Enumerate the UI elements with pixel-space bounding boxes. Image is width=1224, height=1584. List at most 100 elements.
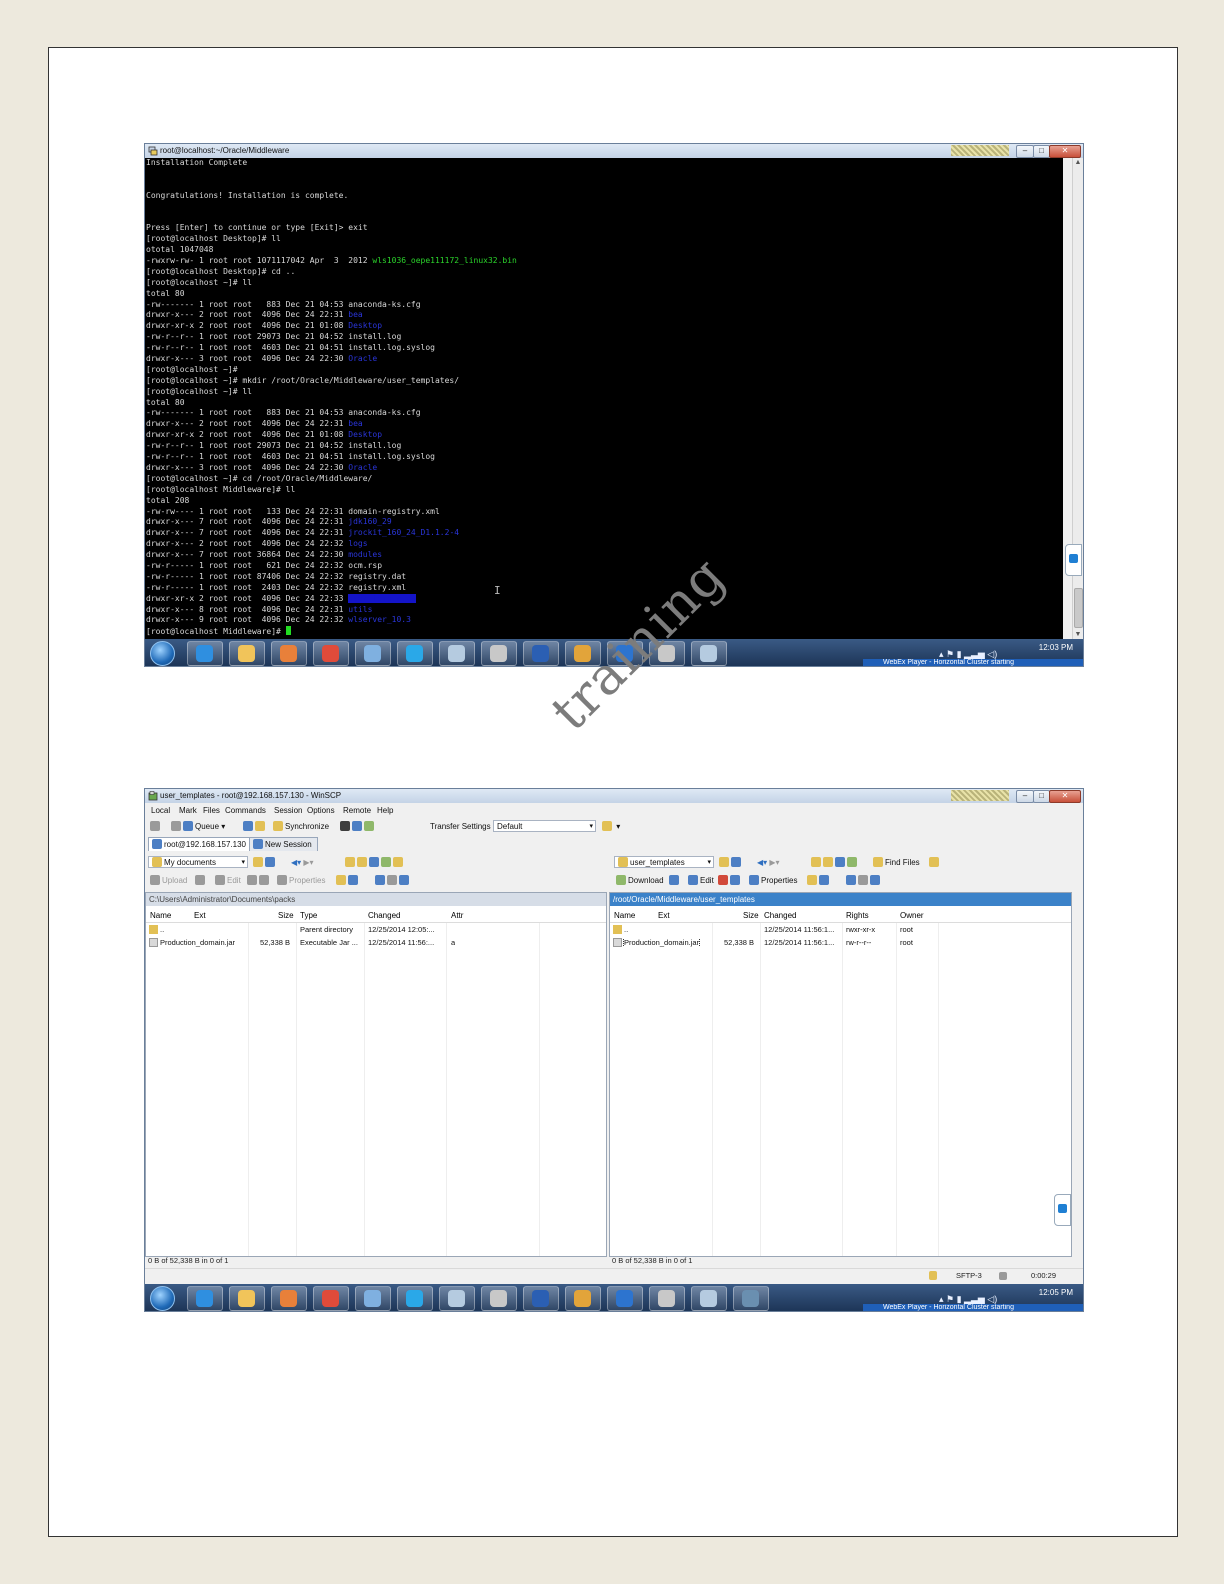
remote-open-filter[interactable] bbox=[719, 857, 743, 868]
menu-mark[interactable]: Mark bbox=[179, 806, 197, 815]
local-properties-button[interactable]: Properties bbox=[277, 875, 325, 886]
taskbar-button[interactable] bbox=[523, 641, 559, 666]
local-path[interactable]: C:\Users\Administrator\Documents\packs bbox=[146, 893, 606, 906]
remote-new-folder[interactable] bbox=[807, 875, 831, 886]
col-size[interactable]: Size bbox=[278, 911, 294, 920]
taskbar-button[interactable] bbox=[187, 1286, 223, 1311]
start-button[interactable] bbox=[150, 641, 175, 666]
tab-new-session[interactable]: New Session bbox=[249, 837, 318, 851]
compare-button[interactable] bbox=[243, 821, 267, 832]
taskbar-button[interactable] bbox=[439, 1286, 475, 1311]
teamviewer-side-tab[interactable] bbox=[1054, 1194, 1071, 1226]
winscp-title-bar[interactable]: user_templates - root@192.168.157.130 - … bbox=[145, 789, 1083, 803]
taskbar-button[interactable] bbox=[313, 641, 349, 666]
menu-remote[interactable]: Remote bbox=[343, 806, 371, 815]
scroll-up-icon[interactable]: ▲ bbox=[1073, 158, 1083, 168]
upload-button[interactable]: Upload bbox=[150, 875, 187, 886]
taskbar-button[interactable] bbox=[187, 641, 223, 666]
tab-session-active[interactable]: root@192.168.157.130 bbox=[148, 837, 252, 851]
menu-files[interactable]: Files bbox=[203, 806, 220, 815]
taskbar-button[interactable] bbox=[691, 1286, 727, 1311]
close-button[interactable]: ✕ bbox=[1049, 790, 1081, 803]
taskbar-button[interactable] bbox=[229, 1286, 265, 1311]
taskbar-button[interactable] bbox=[271, 641, 307, 666]
local-back-forward[interactable]: ◀▾ ▶▾ bbox=[291, 857, 314, 868]
taskbar-button[interactable] bbox=[439, 641, 475, 666]
remote-properties-button[interactable]: Properties bbox=[749, 875, 797, 886]
taskbar-button[interactable] bbox=[397, 641, 433, 666]
start-button[interactable] bbox=[150, 1286, 175, 1311]
taskbar-button[interactable] bbox=[229, 641, 265, 666]
taskbar-button[interactable] bbox=[481, 1286, 517, 1311]
back-icon[interactable]: ◀▾ bbox=[291, 858, 301, 867]
col-type[interactable]: Type bbox=[300, 911, 317, 920]
webex-notification[interactable]: WebEx Player - Horizontal Cluster starti… bbox=[863, 1304, 1083, 1311]
close-button[interactable]: ✕ bbox=[1049, 145, 1081, 158]
remote-back-forward[interactable]: ◀▾ ▶▾ bbox=[757, 857, 780, 868]
col-ext[interactable]: Ext bbox=[658, 911, 670, 920]
col-changed[interactable]: Changed bbox=[368, 911, 400, 920]
menu-session[interactable]: Session bbox=[274, 806, 302, 815]
preferences-button[interactable] bbox=[150, 821, 162, 832]
transfer-presets-button[interactable]: ▾ bbox=[602, 821, 620, 832]
remote-edit-button[interactable]: Edit bbox=[688, 875, 714, 886]
terminal-title-bar[interactable]: root@localhost:~/Oracle/Middleware – □ ✕ bbox=[145, 144, 1083, 158]
local-open-filter[interactable] bbox=[253, 857, 277, 868]
local-folder-actions[interactable] bbox=[345, 857, 405, 868]
transfer-settings-select[interactable]: Default ▾ bbox=[493, 820, 596, 832]
taskbar-button[interactable] bbox=[271, 1286, 307, 1311]
scrollbar-thumb[interactable] bbox=[1074, 588, 1083, 628]
menu-local[interactable]: Local bbox=[151, 806, 170, 815]
taskbar-button[interactable] bbox=[691, 641, 727, 666]
taskbar-button[interactable] bbox=[607, 1286, 643, 1311]
taskbar-button[interactable] bbox=[523, 1286, 559, 1311]
minimize-button[interactable]: – bbox=[1016, 790, 1034, 803]
local-edit-button[interactable]: Edit bbox=[215, 875, 241, 886]
download-button[interactable]: Download bbox=[616, 875, 664, 886]
find-files-button[interactable]: Find Files bbox=[873, 857, 920, 868]
taskbar-button[interactable] bbox=[397, 1286, 433, 1311]
remote-transfer-options[interactable] bbox=[669, 875, 681, 886]
local-row-file[interactable]: Production_domain.jar 52,338 B Executabl… bbox=[146, 937, 606, 949]
col-rights[interactable]: Rights bbox=[846, 911, 869, 920]
remote-path[interactable]: /root/Oracle/Middleware/user_templates bbox=[610, 893, 1071, 906]
back-icon[interactable]: ◀▾ bbox=[757, 858, 767, 867]
taskbar-button[interactable] bbox=[355, 641, 391, 666]
local-transfer-options[interactable] bbox=[195, 875, 207, 886]
maximize-button[interactable]: □ bbox=[1033, 145, 1050, 158]
col-ext[interactable]: Ext bbox=[194, 911, 206, 920]
taskbar-button[interactable] bbox=[355, 1286, 391, 1311]
remote-tree-toggle[interactable] bbox=[929, 857, 941, 868]
menu-options[interactable]: Options bbox=[307, 806, 335, 815]
forward-icon[interactable]: ▶▾ bbox=[769, 858, 779, 867]
taskbar-button[interactable] bbox=[313, 1286, 349, 1311]
forward-icon[interactable]: ▶▾ bbox=[303, 858, 313, 867]
col-changed[interactable]: Changed bbox=[764, 911, 796, 920]
remote-row-file[interactable]: Production_domain.jar 52,338 B 12/25/201… bbox=[610, 937, 1071, 949]
remote-row-parent[interactable]: .. 12/25/2014 11:56:1... rwxr-xr-x root bbox=[610, 924, 1071, 936]
synchronize-button[interactable]: Synchronize bbox=[273, 821, 329, 832]
local-row-parent[interactable]: .. Parent directory 12/25/2014 12:05:... bbox=[146, 924, 606, 936]
remote-delete-button[interactable] bbox=[718, 875, 742, 886]
col-name[interactable]: Name bbox=[150, 911, 171, 920]
taskbar-button[interactable] bbox=[481, 641, 517, 666]
local-delete-button[interactable] bbox=[247, 875, 271, 886]
remote-location-select[interactable]: user_templates ▾ bbox=[614, 856, 714, 868]
maximize-button[interactable]: □ bbox=[1033, 790, 1050, 803]
taskbar-button[interactable] bbox=[649, 1286, 685, 1311]
col-owner[interactable]: Owner bbox=[900, 911, 924, 920]
local-location-select[interactable]: My documents ▾ bbox=[148, 856, 248, 868]
col-size[interactable]: Size bbox=[743, 911, 759, 920]
queue-button[interactable]: Queue ▾ bbox=[171, 821, 225, 832]
col-name[interactable]: Name bbox=[614, 911, 635, 920]
col-attr[interactable]: Attr bbox=[451, 911, 463, 920]
local-file-panel[interactable]: C:\Users\Administrator\Documents\packs N… bbox=[145, 892, 607, 1257]
terminal-output[interactable]: Installation Complete Congratulations! In… bbox=[145, 158, 1063, 640]
taskbar-button[interactable] bbox=[565, 1286, 601, 1311]
teamviewer-side-tab[interactable] bbox=[1065, 544, 1082, 576]
menu-commands[interactable]: Commands bbox=[225, 806, 266, 815]
remote-file-panel[interactable]: /root/Oracle/Middleware/user_templates N… bbox=[609, 892, 1072, 1257]
webex-notification[interactable]: WebEx Player - Horizontal Cluster starti… bbox=[863, 659, 1083, 666]
minimize-button[interactable]: – bbox=[1016, 145, 1034, 158]
remote-folder-actions[interactable] bbox=[811, 857, 859, 868]
